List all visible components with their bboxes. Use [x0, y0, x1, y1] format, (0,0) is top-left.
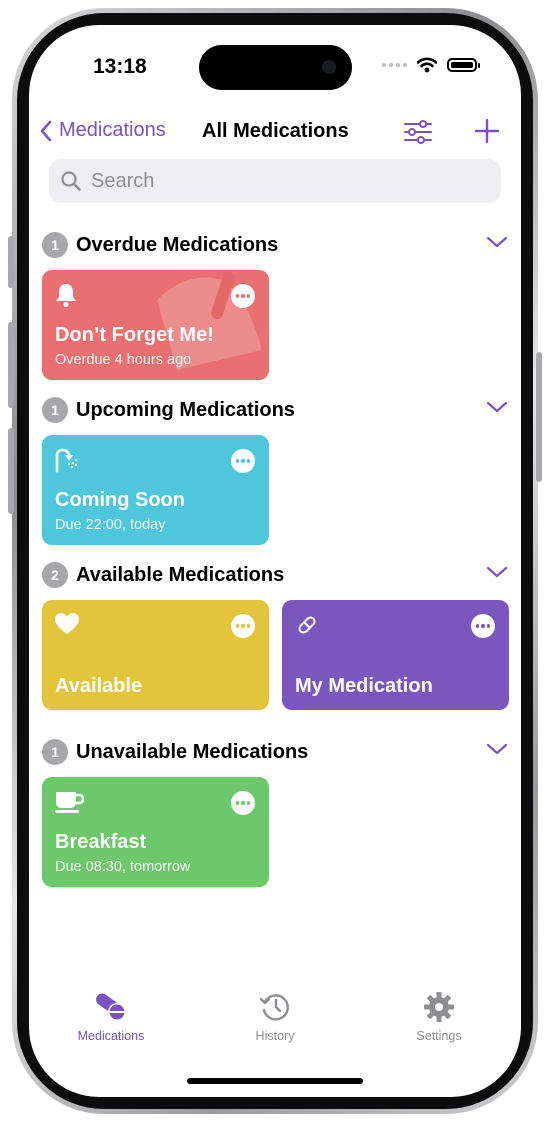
medication-card-overdue[interactable]: Don’t Forget Me! Overdue 4 hours ago [42, 270, 269, 380]
mute-switch [8, 236, 14, 288]
status-icons [382, 57, 480, 73]
volume-up-button [8, 322, 14, 408]
chevron-left-icon [40, 120, 52, 141]
tab-settings[interactable]: Settings [379, 991, 499, 1043]
section-title: Overdue Medications [76, 233, 279, 256]
dynamic-island [199, 45, 352, 90]
pills-icon [96, 993, 126, 1021]
medication-card-upcoming[interactable]: Coming Soon Due 22:00, today [42, 435, 269, 545]
chevron-down-icon[interactable] [486, 742, 508, 756]
medication-card-my-medication[interactable]: My Medication [282, 600, 509, 710]
search-input[interactable] [89, 168, 473, 194]
section-header-overdue: 1 Overdue Medications [42, 229, 508, 261]
section-title: Upcoming Medications [76, 398, 295, 421]
section-header-unavailable: 1 Unavailable Medications [42, 736, 508, 768]
bell-icon [56, 284, 76, 308]
medication-due: Due 22:00, today [55, 517, 166, 533]
count-badge: 1 [42, 739, 68, 765]
section-header-upcoming: 1 Upcoming Medications [42, 394, 508, 426]
tab-label: History [255, 1029, 295, 1043]
page-title: All Medications [202, 120, 349, 142]
plus-icon [474, 118, 500, 144]
power-button [536, 352, 542, 482]
shower-icon [55, 448, 78, 473]
tab-label: Medications [77, 1029, 145, 1043]
add-medication-button[interactable] [473, 117, 501, 150]
count-badge: 1 [42, 232, 68, 258]
chevron-down-icon[interactable] [486, 235, 508, 249]
medication-name: Don’t Forget Me! [55, 324, 214, 346]
chevron-down-icon[interactable] [486, 400, 508, 414]
pill-icon [298, 616, 316, 634]
count-badge: 1 [42, 397, 68, 423]
filter-button[interactable] [403, 119, 433, 150]
tab-bar: Medications History Settings [29, 991, 521, 1061]
battery-icon [447, 58, 480, 72]
back-button-label: Medications [59, 119, 166, 141]
tab-history[interactable]: History [215, 991, 335, 1043]
sliders-icon [404, 120, 432, 144]
section-title: Available Medications [76, 563, 285, 586]
navigation-bar: Medications All Medications [29, 111, 521, 155]
section-header-available: 2 Available Medications [42, 559, 508, 591]
medication-name: Coming Soon [55, 489, 185, 511]
camera-icon [322, 60, 336, 74]
more-options-button[interactable] [231, 791, 255, 815]
section-title: Unavailable Medications [76, 740, 309, 763]
tab-label: Settings [416, 1029, 462, 1043]
status-time: 13:18 [93, 55, 147, 78]
wifi-icon [417, 57, 437, 73]
home-indicator[interactable] [187, 1078, 363, 1084]
more-options-button[interactable] [231, 614, 255, 638]
volume-down-button [8, 428, 14, 514]
more-options-button[interactable] [471, 614, 495, 638]
screen: 13:18 Medications All Medications Search… [29, 25, 521, 1097]
medication-due: Due 08:30, tomorrow [55, 859, 191, 875]
coffee-cup-icon [55, 792, 85, 813]
search-bar [49, 159, 501, 203]
heart-icon [55, 613, 79, 634]
medication-name: My Medication [295, 675, 433, 697]
tab-medications[interactable]: Medications [51, 991, 171, 1043]
clock-history-icon [259, 994, 289, 1021]
count-badge: 2 [42, 562, 68, 588]
gear-icon [424, 992, 454, 1022]
search-icon [61, 171, 81, 191]
medication-card-breakfast[interactable]: Breakfast Due 08:30, tomorrow [42, 777, 269, 887]
cellular-signal-icon [382, 63, 407, 67]
back-button[interactable]: Medications [39, 119, 166, 142]
medication-due: Overdue 4 hours ago [55, 352, 192, 368]
more-options-button[interactable] [231, 284, 255, 308]
more-options-button[interactable] [231, 449, 255, 473]
chevron-down-icon[interactable] [486, 565, 508, 579]
medication-name: Breakfast [55, 831, 147, 853]
medication-card-available[interactable]: Available [42, 600, 269, 710]
medication-name: Available [55, 675, 143, 697]
